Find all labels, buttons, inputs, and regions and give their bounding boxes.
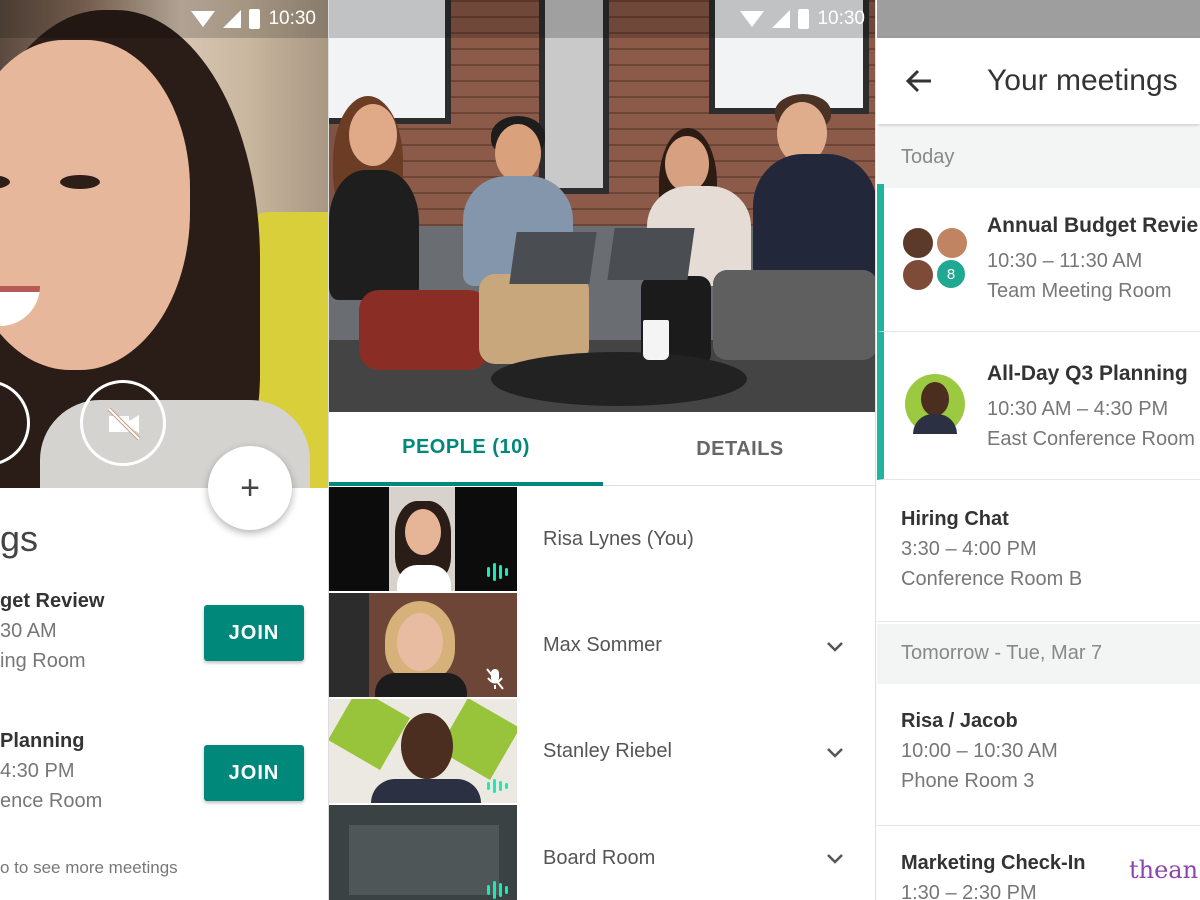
meeting-title: get Review — [0, 590, 105, 612]
status-bar: 10:30 — [0, 0, 328, 38]
status-time: 10:30 — [817, 8, 865, 29]
chevron-down-icon[interactable] — [825, 746, 845, 760]
meeting-item[interactable]: Planning 4:30 PM ence Room — [0, 730, 102, 813]
meeting-time: 10:30 – 11:30 AM — [987, 250, 1143, 272]
status-bar — [877, 0, 1200, 38]
video-call-screen: 10:30 + gs get Review 30 AM ing Room JOI… — [0, 0, 328, 900]
watermark-text: thean — [1129, 856, 1199, 884]
camera-toggle-button[interactable] — [80, 380, 166, 466]
page-title: gs — [0, 518, 39, 559]
speaking-indicator-icon — [487, 563, 508, 581]
section-header-today: Today — [877, 128, 1200, 188]
meeting-title: Marketing Check-In — [901, 852, 1086, 874]
participant-video-thumb[interactable] — [329, 487, 517, 591]
page-title: Your meetings — [987, 64, 1178, 97]
meeting-title: Hiring Chat — [901, 508, 1009, 530]
eye — [0, 175, 10, 189]
battery-icon — [249, 9, 261, 29]
section-header-tomorrow: Tomorrow - Tue, Mar 7 — [877, 624, 1200, 684]
status-time: 10:30 — [268, 8, 316, 29]
meeting-time: 30 AM — [0, 620, 57, 642]
meeting-room: Team Meeting Room — [987, 280, 1172, 302]
speaking-indicator-icon — [487, 779, 508, 793]
back-arrow-icon[interactable] — [905, 68, 933, 94]
meeting-people-screen: 10:30 PEOPLE (10) DETAILS Risa Lynes (Yo… — [328, 0, 876, 900]
new-meeting-fab[interactable]: + — [208, 446, 292, 530]
laptop — [509, 232, 597, 284]
meeting-title: Planning — [0, 730, 85, 752]
participant-video-thumb[interactable] — [329, 805, 517, 900]
tab-bar: PEOPLE (10) DETAILS — [329, 412, 875, 486]
meeting-title: Risa / Jacob — [901, 710, 1018, 732]
signal-icon — [223, 10, 242, 28]
participant-video-thumb[interactable] — [329, 593, 517, 697]
meeting-room: Phone Room 3 — [901, 770, 1035, 792]
participant-name: Stanley Riebel — [543, 740, 672, 762]
app-bar: Your meetings — [877, 38, 1200, 124]
join-button[interactable]: JOIN — [204, 745, 304, 801]
wifi-icon — [191, 11, 216, 27]
camera-off-icon — [107, 407, 141, 441]
eye — [60, 175, 100, 189]
app-screenshots-composite: 10:30 + gs get Review 30 AM ing Room JOI… — [0, 0, 1200, 900]
meeting-time: 4:30 PM — [0, 760, 75, 782]
tab-details[interactable]: DETAILS — [603, 412, 875, 486]
meeting-time: 10:00 – 10:30 AM — [901, 740, 1058, 762]
meeting-item[interactable]: get Review 30 AM ing Room — [0, 590, 104, 673]
meeting-room: ing Room — [0, 650, 86, 672]
meeting-item[interactable]: All-Day Q3 Planning 10:30 AM – 4:30 PM E… — [877, 332, 1200, 480]
meeting-item[interactable]: 8 Annual Budget Revie 10:30 – 11:30 AM T… — [877, 184, 1200, 332]
meeting-item[interactable]: Risa / Jacob 10:00 – 10:30 AM Phone Room… — [877, 684, 1200, 826]
meeting-time: 3:30 – 4:00 PM — [901, 538, 1037, 560]
meeting-room: ence Room — [0, 790, 103, 812]
more-meetings-hint: o to see more meetings — [0, 858, 178, 877]
coffee-table — [491, 352, 747, 406]
coffee-cup — [643, 320, 669, 360]
avatar — [935, 226, 969, 260]
meeting-title: Annual Budget Revie — [987, 214, 1199, 237]
speaking-indicator-icon — [487, 881, 508, 899]
meeting-title: All-Day Q3 Planning — [987, 362, 1188, 385]
meeting-room: East Conference Room — [987, 428, 1195, 450]
wifi-icon — [740, 11, 765, 27]
self-video-feed: 10:30 — [0, 0, 328, 488]
meeting-time: 1:30 – 2:30 PM — [901, 882, 1037, 900]
signal-icon — [772, 10, 791, 28]
avatar — [901, 258, 935, 292]
participant-name: Board Room — [543, 847, 656, 869]
chevron-down-icon[interactable] — [825, 640, 845, 654]
battery-icon — [798, 9, 810, 29]
meeting-time: 10:30 AM – 4:30 PM — [987, 398, 1169, 420]
meeting-item[interactable]: Hiring Chat 3:30 – 4:00 PM Conference Ro… — [877, 480, 1200, 622]
laptop — [607, 228, 695, 280]
attendee-count-badge: 8 — [935, 258, 967, 290]
muted-mic-icon — [486, 668, 504, 690]
smile — [0, 286, 40, 326]
your-meetings-screen: Your meetings Today 8 Annual Budget Revi… — [877, 0, 1200, 900]
participant-name: Max Sommer — [543, 634, 662, 656]
participant-name: Risa Lynes (You) — [543, 528, 694, 550]
meeting-room: Conference Room B — [901, 568, 1083, 590]
status-bar: 10:30 — [329, 0, 875, 38]
participant-video-thumb[interactable] — [329, 699, 517, 803]
avatar — [905, 374, 965, 434]
chevron-down-icon[interactable] — [825, 852, 845, 866]
tab-people[interactable]: PEOPLE (10) — [329, 412, 603, 486]
avatar — [901, 226, 935, 260]
join-button[interactable]: JOIN — [204, 605, 304, 661]
room-video-feed: 10:30 — [329, 0, 875, 412]
